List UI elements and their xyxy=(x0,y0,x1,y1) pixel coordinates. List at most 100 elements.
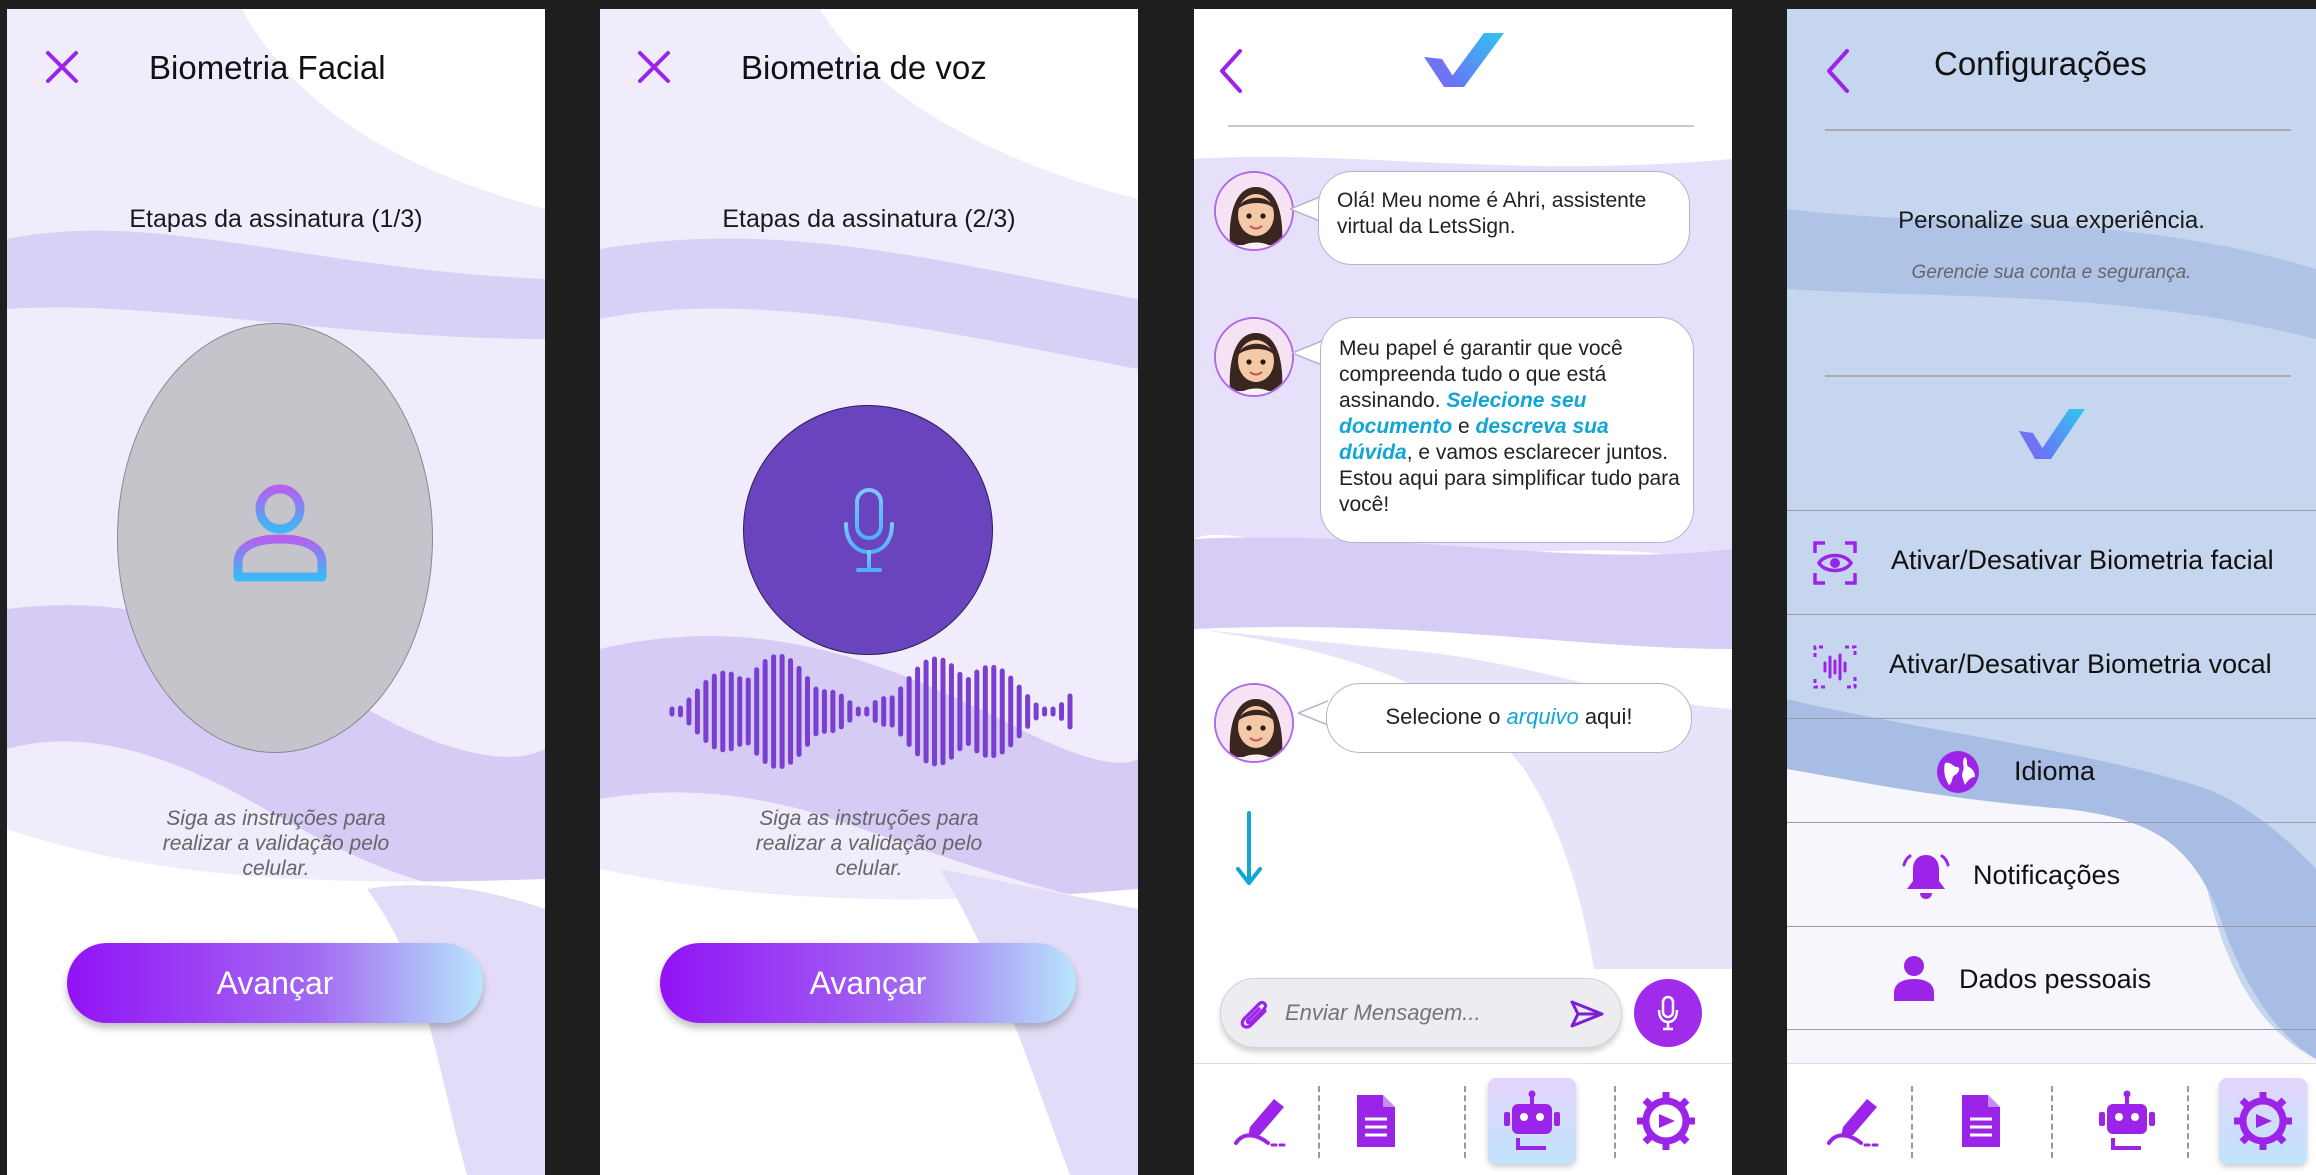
chevron-left-icon[interactable] xyxy=(1821,47,1855,95)
menu-item-voice-biometrics[interactable]: Ativar/Desativar Biometria vocal xyxy=(1787,614,2316,718)
bottom-nav xyxy=(1787,1063,2316,1175)
waveform-bar xyxy=(813,686,819,737)
person-icon xyxy=(1894,956,1934,1001)
instructions-hint: Siga as instruções para realizar a valid… xyxy=(755,807,983,880)
waveform-bar xyxy=(982,665,988,758)
header-divider xyxy=(1228,125,1694,127)
settings-screen: Configurações Personalize sua experiênci… xyxy=(1787,9,2316,1175)
waveform-bar xyxy=(728,671,734,752)
settings-subtitle: Personalize sua experiência. xyxy=(1898,207,2205,234)
waveform-bar xyxy=(991,664,997,759)
waveform-bar xyxy=(864,706,870,717)
waveform-bar xyxy=(771,654,777,769)
menu-item-personal-data[interactable]: Dados pessoais xyxy=(1787,926,2316,1030)
waveform-bar xyxy=(669,706,675,717)
waveform-bar xyxy=(915,666,921,757)
page-title: Biometria Facial xyxy=(149,49,386,86)
advance-button[interactable]: Avançar xyxy=(67,943,483,1023)
message-text: e xyxy=(1452,415,1476,438)
arrow-down-icon xyxy=(1234,809,1264,889)
waveform-bar xyxy=(830,689,836,734)
nav-divider xyxy=(2051,1086,2053,1158)
settings-caption: Gerencie sua conta e segurança. xyxy=(1911,262,2192,283)
waveform-bar xyxy=(1059,702,1065,721)
waveform-bar xyxy=(762,659,768,764)
waveform-bar xyxy=(1025,694,1031,729)
send-icon[interactable] xyxy=(1569,999,1605,1029)
letssign-logo-icon xyxy=(1420,29,1508,93)
waveform-bar xyxy=(898,686,904,737)
document-icon xyxy=(1357,1095,1395,1147)
message-input-bar xyxy=(1220,978,1622,1048)
menu-item-notifications[interactable]: Notificações xyxy=(1787,822,2316,926)
waveform-bar xyxy=(847,700,853,723)
nav-assistant[interactable] xyxy=(1488,1078,1576,1164)
menu-item-language[interactable]: Idioma xyxy=(1787,718,2316,822)
chat-screen: Olá! Meu nome é Ahri, assistente virtual… xyxy=(1194,9,1732,1175)
waveform-bar xyxy=(703,679,709,744)
microphone-button[interactable] xyxy=(743,405,993,655)
waveform-bar xyxy=(1016,684,1022,739)
message-input[interactable] xyxy=(1285,995,1545,1031)
waveform-bar xyxy=(788,658,794,765)
avatar xyxy=(1214,171,1294,251)
nav-documents[interactable] xyxy=(1937,1078,2025,1164)
waveform-bar xyxy=(999,668,1005,755)
waveform-icon xyxy=(669,654,1073,769)
waveform-bar xyxy=(796,666,802,757)
menu-label: Ativar/Desativar Biometria facial xyxy=(1891,545,2274,575)
globe-icon xyxy=(1937,751,1979,793)
waveform-bar xyxy=(1067,693,1073,730)
nav-signature[interactable] xyxy=(1809,1078,1897,1164)
section-divider xyxy=(1825,375,2291,377)
waveform-bar xyxy=(694,688,700,735)
menu-item-facial-biometrics[interactable]: Ativar/Desativar Biometria facial xyxy=(1787,510,2316,614)
voice-message-button[interactable] xyxy=(1634,979,1702,1047)
avatar xyxy=(1214,683,1294,763)
nav-divider xyxy=(2187,1086,2189,1158)
waveform-bar xyxy=(686,697,692,726)
waveform-bar xyxy=(932,656,938,767)
microphone-icon xyxy=(844,488,894,572)
document-icon xyxy=(1962,1095,2000,1147)
advance-button[interactable]: Avançar xyxy=(660,943,1076,1023)
nav-assistant[interactable] xyxy=(2083,1078,2171,1164)
nav-divider xyxy=(1911,1086,1913,1158)
paperclip-icon[interactable] xyxy=(1235,993,1273,1033)
bell-icon xyxy=(1902,854,1950,899)
nav-divider xyxy=(1318,1086,1320,1158)
user-icon xyxy=(230,479,330,583)
waveform-bar xyxy=(948,663,954,760)
waveform-bar xyxy=(1042,706,1048,717)
chevron-left-icon[interactable] xyxy=(1214,47,1248,95)
chat-message: Meu papel é garantir que você compreenda… xyxy=(1320,317,1694,543)
waveform-bar xyxy=(737,676,743,747)
waveform-bar xyxy=(1050,706,1056,717)
settings-gear-icon xyxy=(2234,1092,2292,1150)
page-title: Configurações xyxy=(1934,45,2147,82)
nav-documents[interactable] xyxy=(1332,1078,1420,1164)
file-link[interactable]: arquivo xyxy=(1507,704,1579,729)
nav-signature[interactable] xyxy=(1216,1078,1304,1164)
nav-settings[interactable] xyxy=(1622,1078,1710,1164)
voice-scan-icon xyxy=(1813,645,1857,689)
close-icon[interactable] xyxy=(42,47,82,87)
menu-label: Ativar/Desativar Biometria vocal xyxy=(1889,649,2272,679)
waveform-bar xyxy=(872,700,878,723)
waveform-bar xyxy=(974,669,980,754)
settings-gear-icon xyxy=(1637,1092,1695,1150)
nav-divider xyxy=(1614,1086,1616,1158)
waveform-bar xyxy=(821,689,827,734)
waveform-bar xyxy=(1033,702,1039,721)
bubble-tail xyxy=(1292,340,1322,366)
waveform-bar xyxy=(881,696,887,727)
nav-divider xyxy=(1464,1086,1466,1158)
signature-step: Etapas da assinatura (2/3) xyxy=(722,205,1016,233)
menu-label: Notificações xyxy=(1973,860,2121,890)
close-icon[interactable] xyxy=(634,47,674,87)
chat-message: Selecione o arquivo aqui! xyxy=(1326,683,1692,753)
nav-settings[interactable] xyxy=(2219,1078,2307,1164)
microphone-icon xyxy=(1657,995,1679,1031)
bubble-tail xyxy=(1290,196,1320,222)
waveform-bar xyxy=(804,676,810,747)
